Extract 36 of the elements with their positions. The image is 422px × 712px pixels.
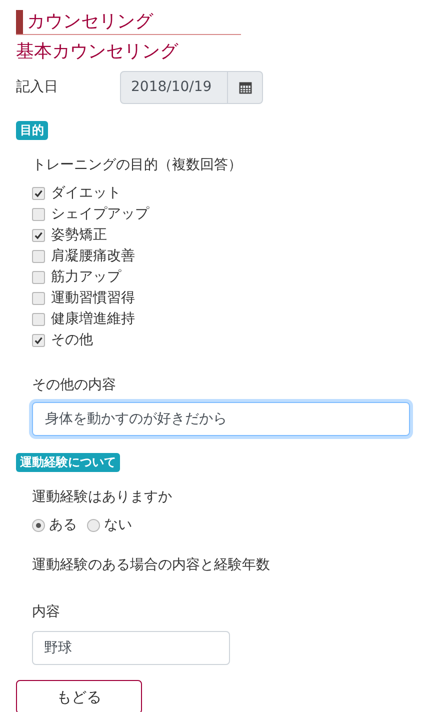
checkbox-label: その他 bbox=[51, 331, 93, 350]
checkbox[interactable] bbox=[32, 229, 45, 242]
checkbox-label: 運動習慣習得 bbox=[51, 289, 135, 308]
back-button[interactable]: もどる bbox=[16, 680, 142, 712]
section-badge: 目的 bbox=[16, 121, 48, 140]
title-accent-bar bbox=[16, 10, 23, 34]
checkbox[interactable] bbox=[32, 271, 45, 284]
field-label: 記入日 bbox=[16, 78, 59, 97]
text-field[interactable]: 身体を動かすのが好きだから bbox=[32, 402, 410, 436]
checkbox-label: 健康増進維持 bbox=[51, 310, 135, 329]
radio-label: ない bbox=[104, 516, 132, 534]
field-label: 内容 bbox=[32, 603, 61, 622]
section-title: 基本カウンセリング bbox=[16, 40, 180, 64]
page-title: カウンセリング bbox=[26, 10, 153, 34]
checkbox-label: 姿勢矯正 bbox=[51, 226, 107, 245]
calendar-icon[interactable] bbox=[238, 81, 252, 94]
checkbox-label: 肩凝腰痛改善 bbox=[51, 247, 135, 266]
section-text: 運動経験のある場合の内容と経験年数 bbox=[32, 556, 271, 575]
checkbox-label: ダイエット bbox=[51, 184, 121, 203]
checkbox[interactable] bbox=[32, 313, 45, 326]
question-label: トレーニングの目的（複数回答） bbox=[32, 156, 243, 175]
checkbox[interactable] bbox=[32, 208, 45, 221]
radio-label: ある bbox=[49, 516, 77, 534]
question-label: 運動経験はありますか bbox=[32, 488, 173, 507]
radio-button[interactable] bbox=[87, 518, 100, 532]
date-field[interactable]: 2018/10/19 bbox=[120, 71, 263, 104]
checkbox-label: 筋力アップ bbox=[51, 268, 121, 287]
field-label: その他の内容 bbox=[32, 376, 117, 395]
checkbox[interactable] bbox=[32, 250, 45, 263]
checkbox[interactable] bbox=[32, 187, 45, 200]
section-badge: 運動経験について bbox=[16, 453, 120, 472]
checkbox-label: シェイプアップ bbox=[51, 205, 149, 224]
radio-button[interactable] bbox=[32, 518, 45, 532]
checkbox[interactable] bbox=[32, 292, 45, 305]
text-field[interactable]: 野球 bbox=[32, 631, 230, 665]
checkbox[interactable] bbox=[32, 334, 45, 347]
